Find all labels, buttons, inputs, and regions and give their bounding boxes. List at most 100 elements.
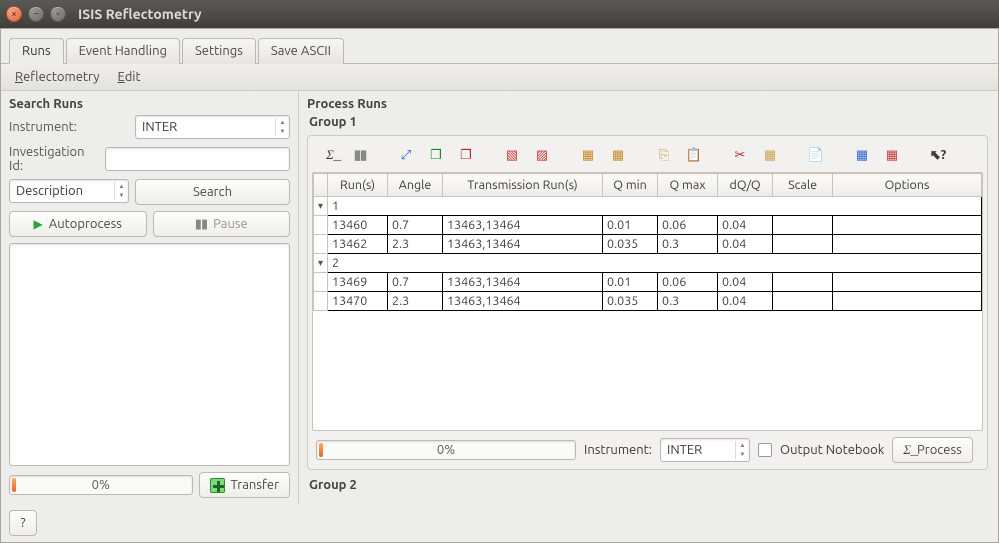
process-button[interactable]: Σ͟ Process: [892, 437, 973, 463]
table-row[interactable]: 134702.313463,134640.0350.30.04: [314, 292, 982, 311]
col-dq[interactable]: dQ/Q: [718, 174, 773, 197]
col-qmax[interactable]: Q max: [658, 174, 718, 197]
tab-save-ascii[interactable]: Save ASCII: [258, 38, 344, 64]
menubar: Reflectometry Edit: [1, 64, 998, 91]
cell-qmin[interactable]: 0.01: [603, 216, 658, 235]
cell-runs[interactable]: 13470: [328, 292, 388, 311]
cell-qmax[interactable]: 0.3: [658, 292, 718, 311]
cell-angle[interactable]: 0.7: [388, 273, 443, 292]
table-group-header[interactable]: 2: [328, 254, 982, 273]
table-row[interactable]: 134690.713463,134640.010.060.04: [314, 273, 982, 292]
duplicate-green-icon[interactable]: ❐: [424, 144, 448, 166]
search-results-list[interactable]: [9, 243, 290, 466]
col-options[interactable]: Options: [833, 174, 982, 197]
col-trans[interactable]: Transmission Run(s): [443, 174, 603, 197]
instrument-select[interactable]: INTER ▲▼: [135, 115, 290, 139]
output-notebook-checkbox[interactable]: [758, 443, 772, 457]
cell-qmax[interactable]: 0.06: [658, 216, 718, 235]
plot-icon[interactable]: ▧: [500, 144, 524, 166]
process-progress: 0%: [316, 440, 576, 460]
cell-dq[interactable]: 0.04: [718, 216, 773, 235]
cell-dq[interactable]: 0.04: [718, 273, 773, 292]
cell-options[interactable]: [833, 216, 982, 235]
cell-angle[interactable]: 0.7: [388, 216, 443, 235]
search-title: Search Runs: [9, 97, 290, 111]
transfer-button[interactable]: Transfer: [199, 472, 291, 498]
minimize-icon[interactable]: –: [28, 6, 44, 22]
table-row[interactable]: 134600.713463,134640.010.060.04: [314, 216, 982, 235]
expand-icon[interactable]: ⤢: [394, 144, 418, 166]
cut-icon[interactable]: ✂: [728, 144, 752, 166]
tab-runs[interactable]: Runs: [9, 38, 64, 64]
col-gutter: [314, 174, 328, 197]
cell-scale[interactable]: [773, 273, 833, 292]
cell-qmin[interactable]: 0.035: [603, 235, 658, 254]
cell-dq[interactable]: 0.04: [718, 235, 773, 254]
notebook-icon[interactable]: 📄: [804, 144, 828, 166]
process-instrument-select[interactable]: INTER ▲▼: [660, 438, 750, 462]
cell-trans[interactable]: 13463,13464: [443, 235, 603, 254]
cell-options[interactable]: [833, 273, 982, 292]
cell-options[interactable]: [833, 292, 982, 311]
col-angle[interactable]: Angle: [388, 174, 443, 197]
pause-icon[interactable]: ▮▮: [348, 144, 372, 166]
cell-scale[interactable]: [773, 235, 833, 254]
tab-event-handling[interactable]: Event Handling: [66, 38, 180, 64]
table-row[interactable]: 134622.313463,134640.0350.30.04: [314, 235, 982, 254]
plot-multi-icon[interactable]: ▨: [530, 144, 554, 166]
cell-angle[interactable]: 2.3: [388, 235, 443, 254]
insert-group-icon[interactable]: ▦: [606, 144, 630, 166]
investigation-input[interactable]: [105, 147, 290, 171]
cell-runs[interactable]: 13469: [328, 273, 388, 292]
tab-bar: Runs Event Handling Settings Save ASCII: [1, 29, 998, 64]
col-runs[interactable]: Run(s): [328, 174, 388, 197]
chevron-updown-icon[interactable]: ▲▼: [275, 118, 289, 136]
maximize-icon[interactable]: ▫: [50, 6, 66, 22]
runs-table[interactable]: Run(s) Angle Transmission Run(s) Q min Q…: [312, 172, 983, 431]
copy-icon[interactable]: ⎘: [652, 144, 676, 166]
tab-settings[interactable]: Settings: [182, 38, 256, 64]
col-qmin[interactable]: Q min: [603, 174, 658, 197]
chevron-updown-icon[interactable]: ▲▼: [114, 182, 128, 200]
paste-icon[interactable]: 📋: [682, 144, 706, 166]
cell-angle[interactable]: 2.3: [388, 292, 443, 311]
duplicate-red-icon[interactable]: ❐: [454, 144, 478, 166]
cell-scale[interactable]: [773, 292, 833, 311]
whatsthis-icon[interactable]: ⬉?: [926, 144, 950, 166]
cell-trans[interactable]: 13463,13464: [443, 292, 603, 311]
expand-toggle[interactable]: ▾: [314, 254, 328, 273]
process-icon[interactable]: Σ͟: [318, 144, 342, 166]
cell-runs[interactable]: 13462: [328, 235, 388, 254]
autoprocess-button[interactable]: ▶ Autoprocess: [9, 211, 147, 237]
date-red-icon[interactable]: ▦: [880, 144, 904, 166]
cell-qmin[interactable]: 0.01: [603, 273, 658, 292]
table-group-header[interactable]: 1: [328, 197, 982, 216]
process-title: Process Runs: [307, 97, 988, 111]
group1-toolbar: Σ͟ ▮▮ ⤢ ❐ ❐ ▧ ▨ ▦ ▦ ⎘ 📋 ✂: [312, 140, 983, 172]
menu-edit[interactable]: Edit: [118, 70, 141, 84]
cell-runs[interactable]: 13460: [328, 216, 388, 235]
search-mode-select[interactable]: Description ▲▼: [9, 179, 129, 203]
cell-qmax[interactable]: 0.06: [658, 273, 718, 292]
cell-qmin[interactable]: 0.035: [603, 292, 658, 311]
cell-qmax[interactable]: 0.3: [658, 235, 718, 254]
close-icon[interactable]: ×: [6, 6, 22, 22]
expand-toggle[interactable]: ▾: [314, 197, 328, 216]
cell-trans[interactable]: 13463,13464: [443, 273, 603, 292]
cell-trans[interactable]: 13463,13464: [443, 216, 603, 235]
cell-options[interactable]: [833, 235, 982, 254]
col-scale[interactable]: Scale: [773, 174, 833, 197]
pause-button[interactable]: ▮▮ Pause: [153, 211, 291, 237]
cell-dq[interactable]: 0.04: [718, 292, 773, 311]
chevron-updown-icon[interactable]: ▲▼: [735, 441, 749, 459]
search-button[interactable]: Search: [135, 179, 290, 205]
window-frame: Runs Event Handling Settings Save ASCII …: [0, 28, 999, 543]
help-button[interactable]: ?: [9, 510, 37, 536]
group1-label: Group 1: [309, 115, 988, 129]
insert-row-icon[interactable]: ▦: [576, 144, 600, 166]
cell-scale[interactable]: [773, 216, 833, 235]
date-icon[interactable]: ▦: [850, 144, 874, 166]
clear-icon[interactable]: ▦: [758, 144, 782, 166]
menu-reflectometry[interactable]: Reflectometry: [15, 70, 100, 84]
titlebar: × – ▫ ISIS Reflectometry: [0, 0, 999, 28]
